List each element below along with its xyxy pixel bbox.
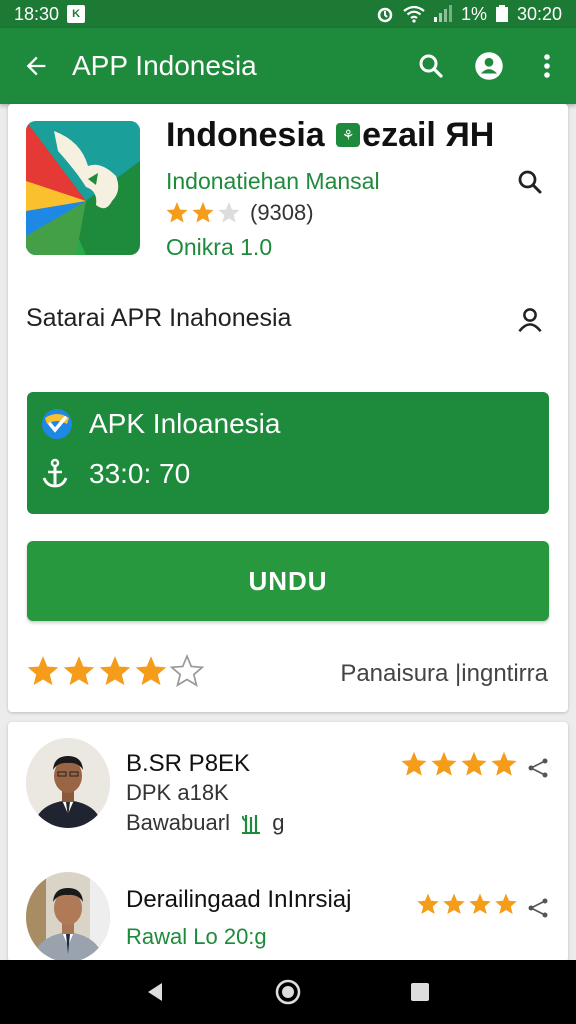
battery-percent: 1% [460, 3, 487, 24]
avatar [26, 738, 110, 828]
status-clock-right: 30:20 [516, 3, 562, 24]
download-label: UNDU [248, 565, 328, 596]
app-detail-card: Indonesia ⚘ ezail ЯН Indonatiehan Mansal … [8, 104, 568, 712]
share-button[interactable] [526, 756, 550, 780]
star-icon [491, 751, 517, 776]
apk-info-box[interactable]: APK Inloanesia 33:0: 70 [27, 392, 549, 514]
alarm-icon [377, 7, 393, 23]
app-name: Indonesia ⚘ ezail ЯН [166, 116, 494, 155]
notification-icon: K [67, 5, 86, 23]
status-bar: 18:30 K 1% 30:20 [0, 0, 576, 28]
search-in-app-button[interactable] [512, 164, 548, 200]
arrow-back-icon [26, 56, 46, 76]
star-icon[interactable] [98, 654, 132, 688]
star-icon [443, 893, 465, 914]
back-button[interactable] [0, 28, 72, 104]
apk-name: APK Inloanesia [89, 408, 281, 439]
anchor-icon [42, 458, 68, 488]
app-logo-icon[interactable] [26, 121, 140, 255]
reviewer-name: Derailingaad InInrsiaj [126, 886, 352, 913]
developer-link[interactable]: Indonatiehan Mansal [166, 168, 380, 195]
more-options-button[interactable] [518, 28, 576, 104]
star-icon [431, 751, 457, 776]
star-icon[interactable] [26, 654, 60, 688]
circle-home-icon [275, 979, 301, 1005]
app-name-part1: Indonesia [166, 116, 325, 154]
reviewer-name: B.SR P8EK [126, 750, 251, 777]
more-vert-icon [544, 54, 550, 78]
square-recents-icon [411, 983, 429, 1001]
nav-recents-button[interactable] [396, 968, 444, 1016]
star-icon [461, 751, 487, 776]
navigation-bar [0, 960, 576, 1024]
star-icon [495, 893, 517, 914]
person-icon [518, 308, 542, 333]
rate-label: Panaisura |ingntirra [340, 660, 548, 687]
star-icon[interactable] [134, 654, 168, 688]
verified-badge-icon: ⚘ [336, 123, 361, 148]
account-button[interactable] [460, 28, 518, 104]
star-icon [401, 751, 427, 776]
nav-back-button[interactable] [132, 968, 180, 1016]
app-rating: (9308) [166, 200, 314, 226]
apk-badge-icon [42, 409, 72, 439]
star-outline-icon[interactable] [170, 654, 204, 688]
search-button[interactable] [402, 28, 460, 104]
section-title: Satarai APR Inahonesia [26, 304, 292, 332]
review-stars [416, 892, 518, 916]
apk-size: 33:0: 70 [89, 458, 191, 489]
review-meta-text: Bawabuarl [126, 810, 230, 835]
page-title: APP Indonesia [72, 50, 257, 81]
search-icon [419, 54, 443, 78]
share-icon [528, 898, 548, 918]
download-button[interactable]: UNDU [27, 541, 549, 621]
share-button[interactable] [526, 896, 550, 920]
star-icon [417, 893, 439, 914]
review-stars [400, 750, 518, 778]
review-meta-extra: g [272, 810, 285, 835]
reviews-card: B.SR P8EK DPK a18K Bawabuarl g Derailing… [8, 722, 568, 962]
status-time: 18:30 [14, 3, 60, 24]
star-icon[interactable] [62, 654, 96, 688]
plant-icon [241, 815, 261, 835]
wifi-icon [403, 5, 425, 23]
battery-icon [495, 5, 508, 22]
account-circle-icon [475, 52, 503, 80]
share-icon [528, 758, 548, 778]
star-icon [469, 893, 491, 914]
profile-button[interactable] [512, 302, 548, 338]
rate-stars[interactable] [26, 654, 204, 688]
signal-icon [433, 5, 452, 22]
star-rating-icon [166, 202, 240, 223]
app-bar: APP Indonesia [0, 28, 576, 104]
triangle-back-icon [148, 983, 162, 1001]
app-version: Onikra 1.0 [166, 234, 273, 260]
avatar [26, 872, 110, 962]
review-subtitle: DPK a18K [126, 780, 229, 805]
app-name-part2: ezail ЯН [362, 116, 495, 154]
review-meta: Rawal Lo 20:g [126, 924, 267, 949]
review-item[interactable]: B.SR P8EK DPK a18K Bawabuarl g [8, 728, 568, 844]
search-icon [518, 170, 542, 194]
review-meta: Bawabuarl g [126, 810, 284, 836]
nav-home-button[interactable] [264, 968, 312, 1016]
rating-count: (9308) [250, 200, 314, 225]
